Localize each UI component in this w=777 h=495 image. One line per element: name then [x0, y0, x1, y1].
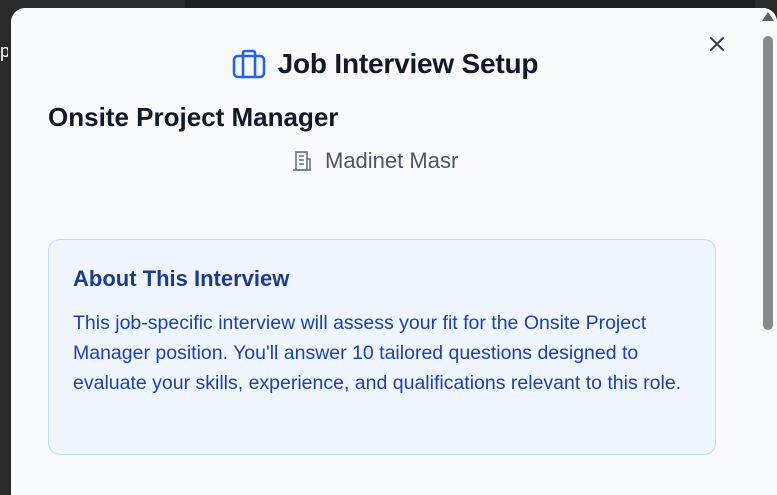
scroll-up-arrow-icon[interactable] — [762, 12, 774, 21]
about-description: This job-specific interview will assess … — [73, 312, 682, 394]
job-title: Onsite Project Manager — [48, 102, 339, 132]
backdrop-strip — [185, 0, 755, 8]
modal-title: Job Interview Setup — [277, 48, 539, 79]
about-interview-card: About This Interview This job-specific i… — [48, 239, 716, 455]
building-icon — [293, 151, 311, 171]
briefcase-icon — [232, 49, 265, 79]
scrollbar-thumb[interactable] — [763, 36, 773, 330]
interview-setup-modal: Job Interview Setup Onsite Project Manag… — [11, 8, 777, 495]
modal-scrollbar[interactable] — [759, 8, 777, 495]
job-location-label: Madinet Masr — [325, 148, 459, 173]
job-location: Madinet Masr — [291, 148, 458, 174]
about-heading: About This Interview — [73, 266, 290, 291]
backdrop-text-fragment: p — [0, 41, 8, 61]
modal-header: Job Interview Setup — [11, 48, 759, 80]
